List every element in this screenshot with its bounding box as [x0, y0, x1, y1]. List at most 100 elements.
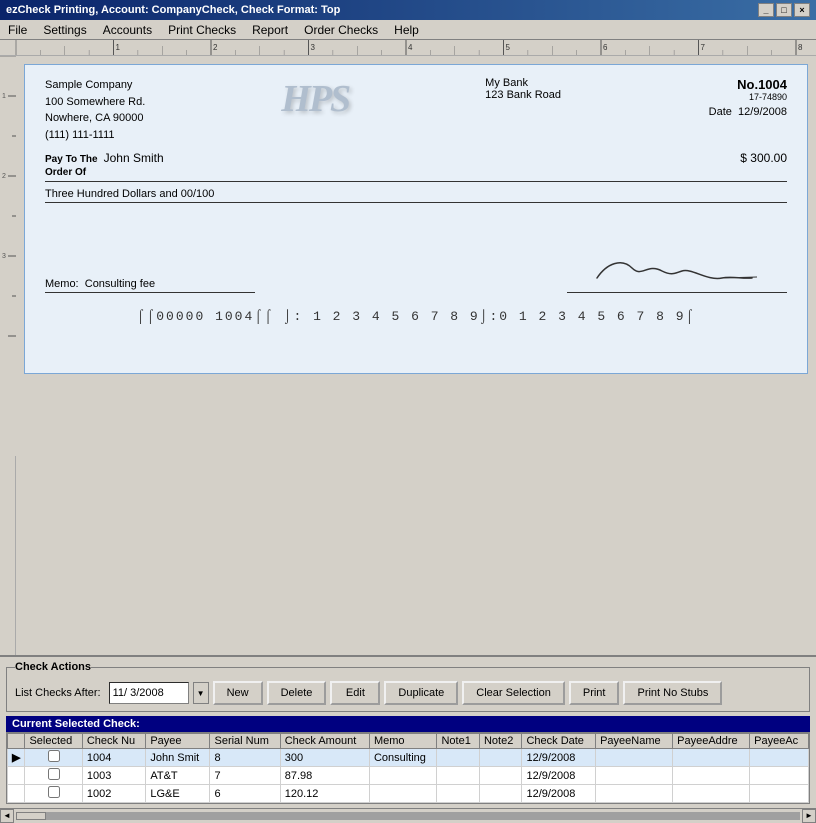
memo-signature-area: Memo: Consulting fee — [45, 243, 787, 293]
row-checkbox-1[interactable] — [25, 749, 82, 767]
scroll-thumb[interactable] — [16, 812, 46, 820]
amount-words: Three Hundred Dollars and 00/100 — [45, 188, 787, 203]
menu-file[interactable]: File — [4, 23, 31, 37]
svg-text:7: 7 — [701, 43, 706, 52]
check-date-line: Date 12/9/2008 — [667, 106, 787, 118]
print-no-stubs-button[interactable]: Print No Stubs — [623, 681, 722, 705]
check-actions-legend: Check Actions — [15, 661, 91, 673]
col-payee-ac: PayeeAc — [750, 734, 809, 749]
memo-3 — [369, 785, 437, 803]
app-title: ezCheck Printing, Account: CompanyCheck,… — [6, 4, 340, 16]
svg-text:3: 3 — [311, 43, 316, 52]
date-3: 12/9/2008 — [522, 785, 596, 803]
table-header-row: Selected Check Nu Payee Serial Num Check… — [8, 734, 809, 749]
payee-ac-2 — [750, 767, 809, 785]
menu-settings[interactable]: Settings — [39, 23, 90, 37]
check-num-2: 1003 — [82, 767, 145, 785]
amount-2: 87.98 — [280, 767, 369, 785]
row-checkbox-3[interactable] — [25, 785, 82, 803]
payee-name: John Smith — [104, 151, 729, 165]
col-amount: Check Amount — [280, 734, 369, 749]
note2-3 — [479, 785, 521, 803]
check-display: Sample Company 100 Somewhere Rd. Nowhere… — [24, 64, 808, 374]
payee-ac-1 — [750, 749, 809, 767]
checks-table-wrapper: Selected Check Nu Payee Serial Num Check… — [6, 732, 810, 804]
svg-text:2: 2 — [213, 43, 218, 52]
check-num-3: 1002 — [82, 785, 145, 803]
payee-name-2 — [596, 767, 673, 785]
duplicate-button[interactable]: Duplicate — [384, 681, 458, 705]
print-button[interactable]: Print — [569, 681, 620, 705]
serial-3: 6 — [210, 785, 280, 803]
col-note2: Note2 — [479, 734, 521, 749]
bank-info: My Bank 123 Bank Road — [485, 77, 561, 101]
menu-order-checks[interactable]: Order Checks — [300, 23, 382, 37]
svg-text:8: 8 — [798, 43, 803, 52]
check-number: No.1004 — [667, 77, 787, 92]
menu-report[interactable]: Report — [248, 23, 292, 37]
checks-table: Selected Check Nu Payee Serial Num Check… — [7, 733, 809, 803]
check-number-area: No.1004 17-74890 Date 12/9/2008 — [667, 77, 787, 118]
ruler: /* ruler ticks drawn below via JS */ 123… — [0, 40, 816, 56]
pay-to-label: Pay To TheOrder Of — [45, 153, 98, 179]
row-indicator-2 — [8, 767, 25, 785]
maximize-button[interactable]: □ — [776, 3, 792, 17]
payee-name-3 — [596, 785, 673, 803]
menu-help[interactable]: Help — [390, 23, 423, 37]
menu-print-checks[interactable]: Print Checks — [164, 23, 240, 37]
actions-row: List Checks After: ▼ New Delete Edit Dup… — [15, 679, 801, 707]
col-check-num: Check Nu — [82, 734, 145, 749]
bottom-panel: Check Actions List Checks After: ▼ New D… — [0, 655, 816, 822]
table-row: 1003 AT&T 7 87.98 12/9/2008 — [8, 767, 809, 785]
payee-name-1 — [596, 749, 673, 767]
title-bar: ezCheck Printing, Account: CompanyCheck,… — [0, 0, 816, 20]
scroll-left-button[interactable]: ◄ — [0, 809, 14, 823]
close-button[interactable]: × — [794, 3, 810, 17]
checkbox-2[interactable] — [48, 768, 60, 780]
date-input[interactable] — [109, 682, 189, 704]
scroll-track[interactable] — [16, 812, 800, 820]
date-dropdown-arrow[interactable]: ▼ — [193, 682, 209, 704]
note1-3 — [437, 785, 479, 803]
left-ruler: 1 2 3 — [0, 56, 16, 655]
col-indicator — [8, 734, 25, 749]
edit-button[interactable]: Edit — [330, 681, 380, 705]
row-checkbox-2[interactable] — [25, 767, 82, 785]
main-area: 1 2 3 Sample Company 100 Somewhere Rd. N… — [0, 56, 816, 655]
clear-selection-button[interactable]: Clear Selection — [462, 681, 565, 705]
svg-text:3: 3 — [2, 253, 6, 260]
memo-text: Consulting fee — [85, 278, 155, 290]
hps-logo: HPS — [281, 77, 349, 121]
svg-text:2: 2 — [2, 173, 6, 180]
company-phone: (111) 111-1111 — [45, 127, 145, 144]
note2-1 — [479, 749, 521, 767]
bank-addr: 123 Bank Road — [485, 89, 561, 101]
menu-accounts[interactable]: Accounts — [99, 23, 156, 37]
checkbox-3[interactable] — [48, 786, 60, 798]
col-payee-addr: PayeeAddre — [673, 734, 750, 749]
signature-area — [567, 243, 787, 293]
table-row: 1002 LG&E 6 120.12 12/9/2008 — [8, 785, 809, 803]
date-1: 12/9/2008 — [522, 749, 596, 767]
serial-2: 7 — [210, 767, 280, 785]
check-num-1: 1004 — [82, 749, 145, 767]
checkbox-1[interactable] — [48, 750, 60, 762]
memo-label: Memo: — [45, 278, 79, 290]
delete-button[interactable]: Delete — [267, 681, 327, 705]
amount-box: $ 300.00 — [740, 151, 787, 165]
note1-1 — [437, 749, 479, 767]
col-check-date: Check Date — [522, 734, 596, 749]
memo-1: Consulting — [369, 749, 437, 767]
window-controls: _ □ × — [758, 3, 810, 17]
payee-3: LG&E — [146, 785, 210, 803]
minimize-button[interactable]: _ — [758, 3, 774, 17]
payee-addr-2 — [673, 767, 750, 785]
signature-svg — [567, 243, 787, 293]
memo-section: Memo: Consulting fee — [45, 278, 255, 293]
payee-section: Pay To TheOrder Of John Smith $ 300.00 — [45, 151, 787, 182]
svg-text:5: 5 — [506, 43, 511, 52]
check-preview-area: Sample Company 100 Somewhere Rd. Nowhere… — [16, 56, 816, 655]
check-actions-group: Check Actions List Checks After: ▼ New D… — [6, 661, 810, 712]
new-button[interactable]: New — [213, 681, 263, 705]
scroll-right-button[interactable]: ► — [802, 809, 816, 823]
